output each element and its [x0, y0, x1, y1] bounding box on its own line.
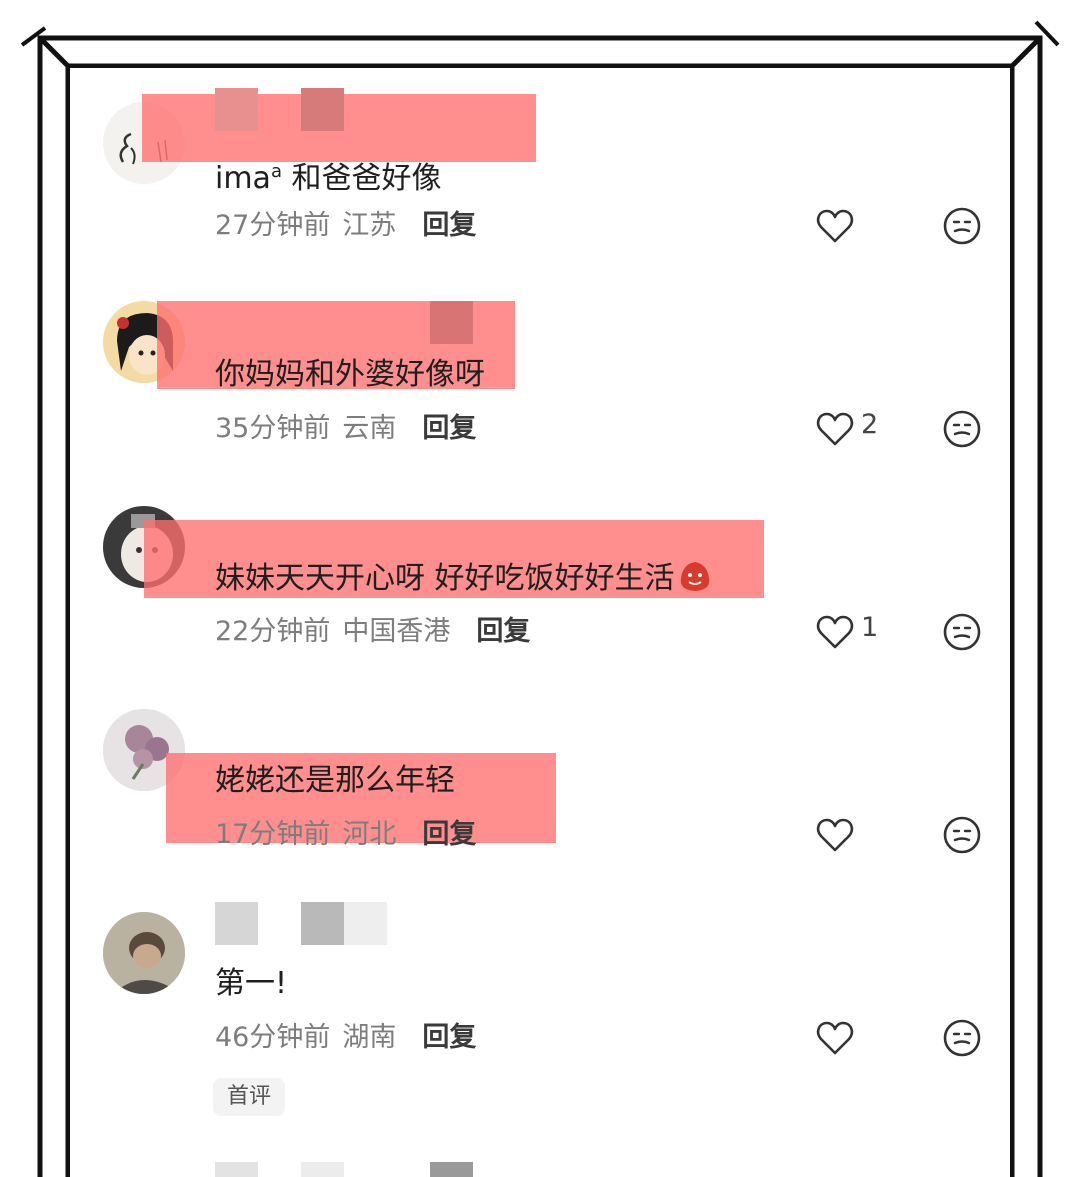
like-button[interactable]	[815, 1018, 861, 1058]
comment-location: 江苏	[342, 210, 397, 241]
comment-list: ima𝖺 和爸爸好像 27分钟前 江苏 回复 你妈妈和外婆好像呀 35分钟前 云…	[70, 68, 1010, 1177]
reply-button[interactable]: 回复	[422, 1022, 476, 1053]
comment-text: 妹妹天天开心呀 好好吃饭好好生活	[215, 558, 713, 599]
reply-button[interactable]: 回复	[422, 819, 476, 850]
comment-location: 中国香港	[342, 616, 451, 647]
like-button[interactable]	[815, 815, 861, 855]
neutral-face-icon	[943, 816, 981, 854]
comment-time: 22分钟前	[215, 616, 331, 647]
comment-meta: 22分钟前 中国香港 回复	[215, 614, 530, 650]
comment-text: 姥姥还是那么年轻	[215, 763, 455, 798]
like-button[interactable]: 1	[815, 612, 878, 652]
heart-outline-icon	[816, 412, 854, 446]
comment-location: 云南	[342, 413, 397, 444]
dislike-button[interactable]	[942, 815, 982, 855]
dislike-button[interactable]	[942, 612, 982, 652]
heart-outline-icon	[816, 818, 854, 852]
comment-location: 湖南	[342, 1022, 397, 1053]
username-blur	[215, 902, 258, 945]
red-blob-emoji	[677, 558, 713, 594]
neutral-face-icon	[943, 207, 981, 245]
like-count: 1	[861, 612, 879, 643]
comment-text: ima𝖺 和爸爸好像	[215, 161, 442, 196]
person-avatar-icon[interactable]	[103, 912, 185, 994]
heart-outline-icon	[816, 209, 854, 243]
comment-meta: 27分钟前 江苏 回复	[215, 208, 476, 244]
comment-text: 你妈妈和外婆好像呀	[215, 357, 485, 392]
search-glyph-icon: 𝖺	[270, 161, 282, 182]
neutral-face-icon	[943, 613, 981, 651]
heart-outline-icon	[816, 1021, 854, 1055]
comment-text: 第一!	[215, 966, 288, 1001]
comment-meta: 35分钟前 云南 回复	[215, 411, 476, 447]
first-comment-badge: 首评	[213, 1078, 286, 1116]
comment-time: 27分钟前	[215, 210, 331, 241]
username-blur	[430, 301, 473, 344]
comment-time: 17分钟前	[215, 819, 331, 850]
like-button[interactable]	[815, 206, 861, 246]
reply-button[interactable]: 回复	[422, 210, 476, 241]
username-blur	[301, 88, 344, 131]
like-button[interactable]: 2	[815, 409, 878, 449]
heart-outline-icon	[816, 615, 854, 649]
username-blur	[215, 88, 258, 131]
username-blur	[344, 902, 387, 945]
username-blur	[215, 1162, 258, 1177]
comment-time: 35分钟前	[215, 413, 331, 444]
reply-button[interactable]: 回复	[476, 616, 530, 647]
username-blur	[301, 1162, 344, 1177]
comment-meta: 17分钟前 河北 回复	[215, 817, 476, 853]
comment-meta: 46分钟前 湖南 回复	[215, 1020, 476, 1056]
like-count: 2	[861, 409, 879, 440]
dislike-button[interactable]	[942, 1018, 982, 1058]
comment-location: 河北	[342, 819, 397, 850]
reply-button[interactable]: 回复	[422, 413, 476, 444]
neutral-face-icon	[943, 1019, 981, 1057]
neutral-face-icon	[943, 410, 981, 448]
dislike-button[interactable]	[942, 409, 982, 449]
comment-screenshot-page: ima𝖺 和爸爸好像 27分钟前 江苏 回复 你妈妈和外婆好像呀 35分钟前 云…	[0, 0, 1080, 1177]
username-blur	[430, 1162, 473, 1177]
comment-time: 46分钟前	[215, 1022, 331, 1053]
dislike-button[interactable]	[942, 206, 982, 246]
username-blur	[301, 902, 344, 945]
